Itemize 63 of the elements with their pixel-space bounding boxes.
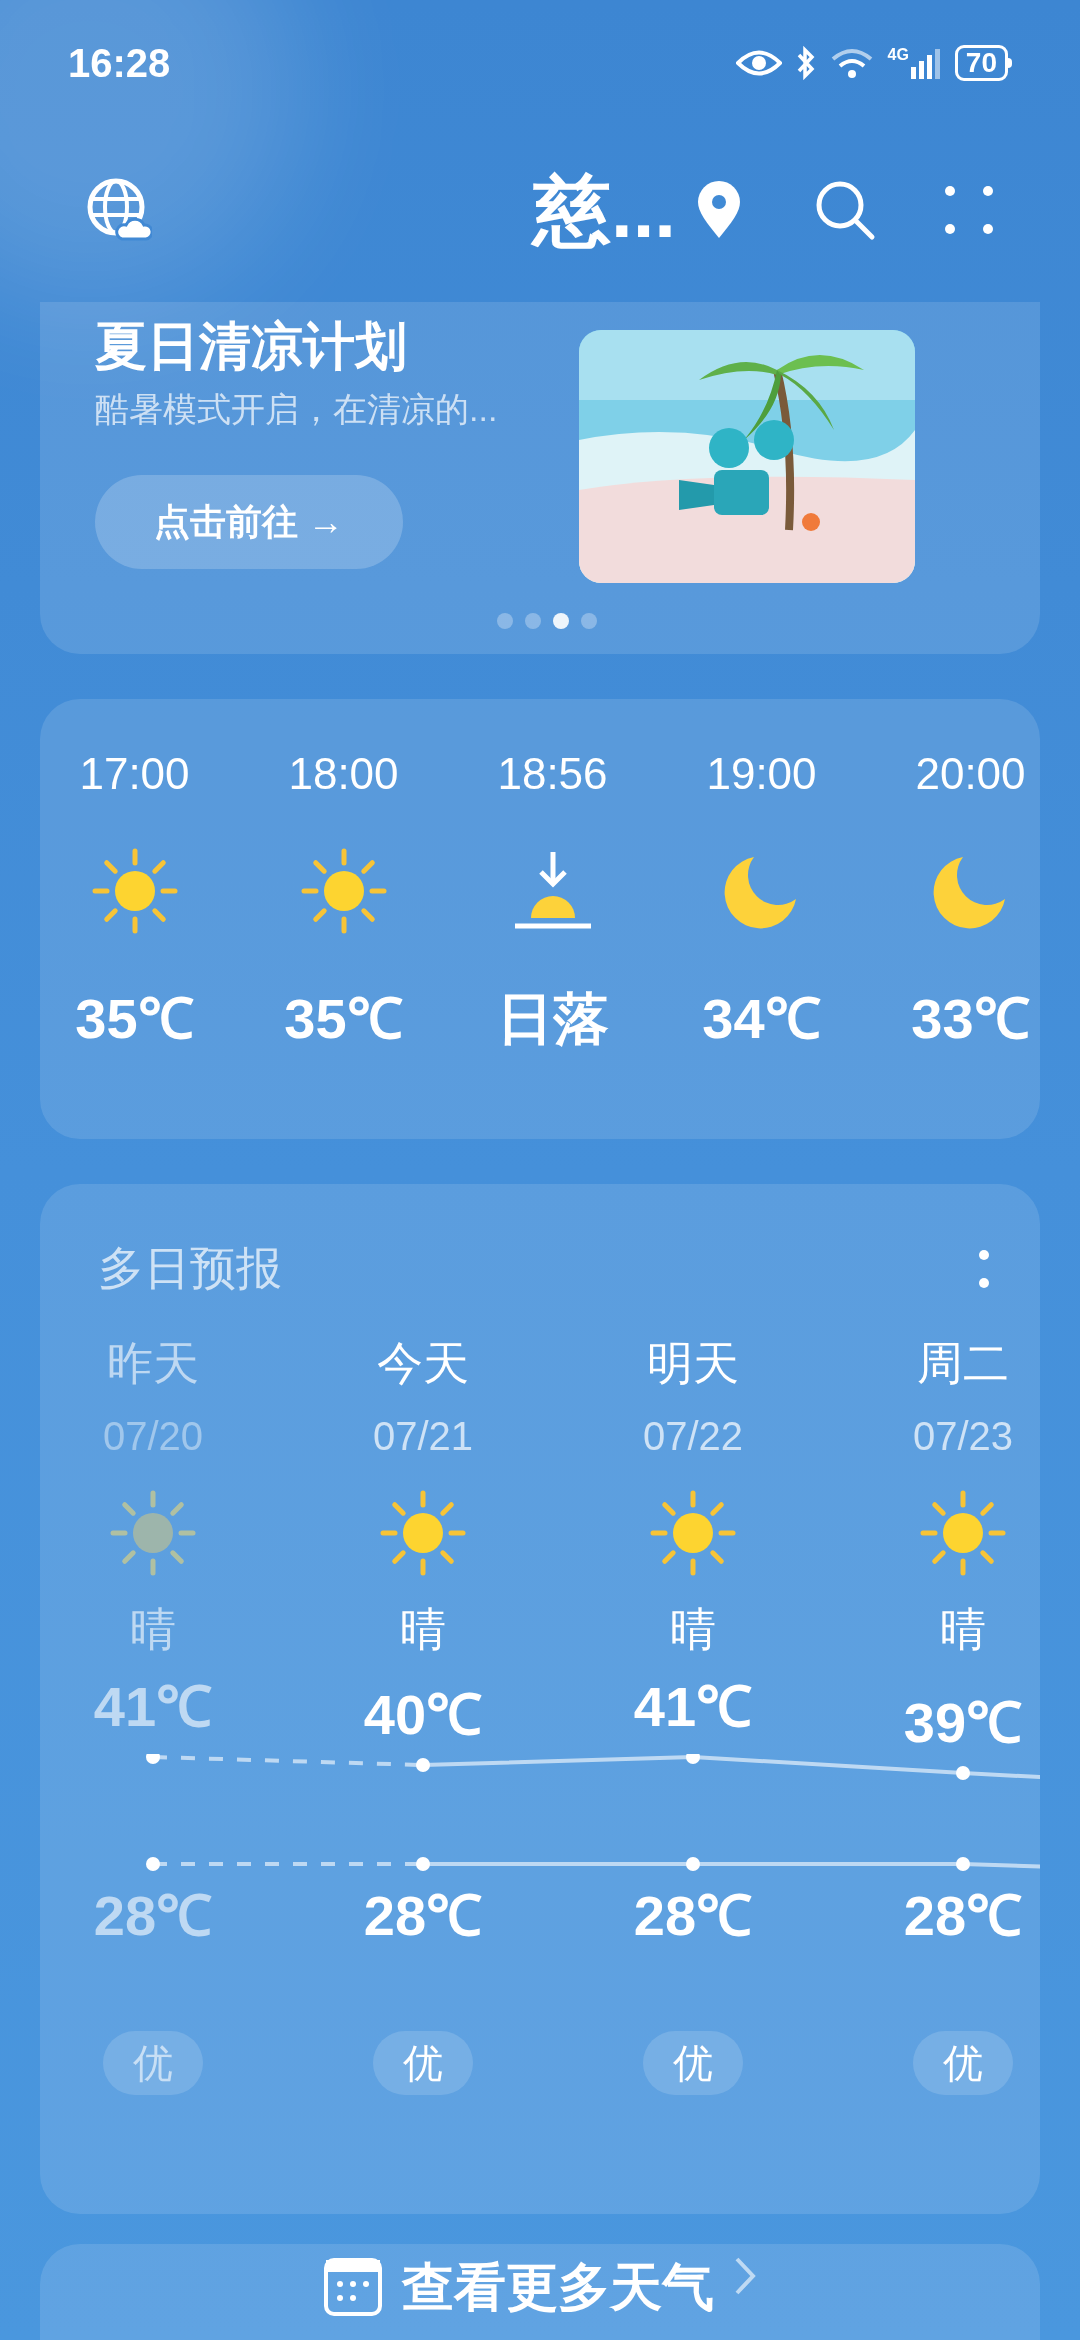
air-quality-badge: 优 bbox=[373, 2031, 473, 2095]
location-pin-icon bbox=[696, 180, 742, 240]
high-temperature: 41℃ bbox=[632, 1677, 754, 1737]
condition-label: 晴 bbox=[130, 1602, 176, 1657]
hour-label: 20:00 bbox=[915, 748, 1026, 800]
battery-indicator: 70 bbox=[954, 45, 1008, 81]
hour-label: 18:00 bbox=[288, 748, 399, 800]
wifi-icon bbox=[829, 47, 874, 79]
low-temperature: 28℃ bbox=[92, 1886, 214, 1946]
sun-icon bbox=[90, 847, 179, 935]
more-weather-label: 查看更多天气 bbox=[402, 2257, 714, 2318]
sun-icon bbox=[379, 1489, 467, 1577]
day-label: 周二 bbox=[917, 1336, 1009, 1391]
sun-icon bbox=[649, 1489, 737, 1577]
high-temperature: 39℃ bbox=[902, 1693, 1024, 1753]
hour-temperature: 33℃ bbox=[911, 986, 1030, 1052]
calendar-icon bbox=[324, 2256, 382, 2316]
hour-temperature: 35℃ bbox=[284, 986, 403, 1052]
city-name[interactable]: 慈... bbox=[533, 171, 676, 249]
more-weather-button[interactable]: 查看更多天气 bbox=[40, 2244, 1040, 2340]
status-time: 16:28 bbox=[68, 40, 171, 87]
hour-temperature: 35℃ bbox=[75, 986, 194, 1052]
promo-subtitle: 酷暑模式开启，在清凉的... bbox=[95, 389, 498, 430]
hour-label: 17:00 bbox=[79, 748, 190, 800]
air-quality-badge: 优 bbox=[913, 2031, 1013, 2095]
promo-card[interactable]: 夏日清凉计划 酷暑模式开启，在清凉的... 点击前往 → bbox=[40, 302, 1040, 654]
hour-temperature: 34℃ bbox=[702, 986, 821, 1052]
network-label: 4G bbox=[887, 47, 909, 63]
condition-label: 晴 bbox=[400, 1602, 446, 1657]
bluetooth-icon bbox=[795, 46, 816, 80]
high-temperature: 41℃ bbox=[92, 1677, 214, 1737]
day-label: 昨天 bbox=[107, 1336, 199, 1391]
eye-icon bbox=[735, 48, 782, 78]
chevron-right-icon bbox=[734, 2256, 756, 2296]
go-button[interactable]: 点击前往 → bbox=[95, 475, 403, 569]
more-options-icon[interactable] bbox=[978, 1248, 990, 1289]
promo-title: 夏日清凉计划 bbox=[95, 316, 408, 377]
condition-label: 晴 bbox=[940, 1602, 986, 1657]
sun-icon bbox=[299, 847, 388, 935]
low-temperature: 28℃ bbox=[362, 1886, 484, 1946]
date-label: 07/23 bbox=[912, 1413, 1014, 1460]
date-label: 07/22 bbox=[642, 1413, 744, 1460]
air-quality-badge: 优 bbox=[103, 2031, 203, 2095]
date-label: 07/20 bbox=[102, 1413, 204, 1460]
sun-icon bbox=[109, 1489, 197, 1577]
sun-icon bbox=[919, 1489, 1007, 1577]
search-icon[interactable] bbox=[814, 179, 876, 241]
hour-label: 18:56 bbox=[497, 748, 608, 800]
signal-icon bbox=[910, 47, 941, 79]
day-label: 今天 bbox=[377, 1336, 469, 1391]
air-quality-badge: 优 bbox=[643, 2031, 743, 2095]
high-temperature: 40℃ bbox=[362, 1685, 484, 1745]
menu-icon[interactable] bbox=[944, 185, 994, 235]
date-label: 07/21 bbox=[372, 1413, 474, 1460]
low-temperature: 28℃ bbox=[902, 1886, 1024, 1946]
globe-cloud-icon[interactable] bbox=[86, 177, 152, 243]
hour-label: 19:00 bbox=[706, 748, 817, 800]
hour-temperature: 日落 bbox=[496, 986, 609, 1052]
low-temperature: 28℃ bbox=[632, 1886, 754, 1946]
section-title: 多日预报 bbox=[98, 1241, 282, 1296]
condition-label: 晴 bbox=[670, 1602, 716, 1657]
day-label: 明天 bbox=[647, 1336, 739, 1391]
sunset-icon bbox=[512, 850, 593, 932]
